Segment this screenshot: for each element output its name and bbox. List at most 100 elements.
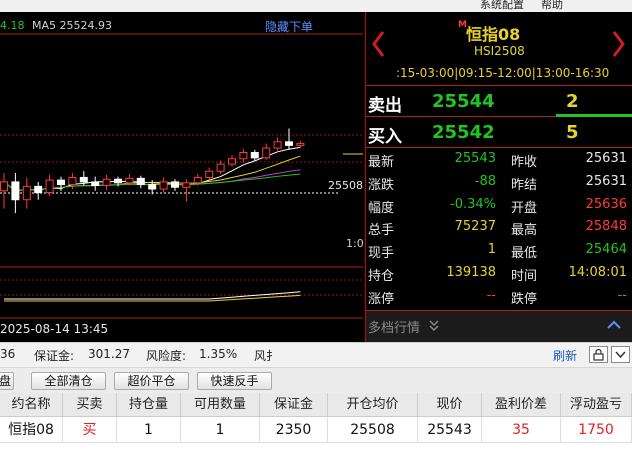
chart-datetime: 2025-08-14 13:45 bbox=[0, 322, 109, 336]
stat-label: 最低 bbox=[511, 246, 538, 262]
close-all-button[interactable]: 全部清仓 bbox=[31, 372, 106, 390]
prev-contract-button[interactable] bbox=[371, 30, 385, 58]
chevron-up-icon bbox=[607, 320, 621, 329]
ratio-label: 1:0 bbox=[346, 237, 364, 250]
table-cell[interactable]: 1 bbox=[117, 417, 181, 443]
stat-value: 75237 bbox=[454, 219, 496, 235]
order-toolbar: 盘 全部清仓 超价平仓 快速反手 bbox=[0, 367, 632, 393]
candle-down bbox=[285, 141, 293, 146]
chevron-right-icon bbox=[612, 31, 625, 57]
lock-button[interactable] bbox=[589, 346, 608, 363]
positions-table: 约名称 买卖 持仓量 可用数量 保证金 开仓均价 现价 盈利价差 浮动盈亏 恒指08 买 1 1 2350… bbox=[0, 393, 632, 453]
stat-label: 最高 bbox=[511, 223, 538, 239]
candle-up bbox=[205, 170, 214, 178]
column-header[interactable]: 盈利价差 bbox=[482, 393, 561, 417]
margin-value: 301.27 bbox=[88, 347, 130, 361]
stat-value: -88 bbox=[474, 173, 496, 189]
candle-up bbox=[159, 181, 168, 190]
depth-label: 多档行情 bbox=[368, 321, 421, 336]
column-header[interactable]: 买卖 bbox=[63, 393, 117, 417]
contract-code: HSI2508 bbox=[474, 44, 525, 58]
column-header[interactable]: 约名称 bbox=[0, 393, 63, 417]
collapse-button[interactable] bbox=[611, 346, 630, 363]
candle-up bbox=[45, 179, 54, 194]
table-cell[interactable]: 35 bbox=[482, 417, 561, 443]
table-cell[interactable]: 2350 bbox=[260, 417, 328, 443]
column-header[interactable]: 现价 bbox=[418, 393, 482, 417]
candle-down bbox=[171, 181, 179, 188]
candle-up bbox=[296, 143, 305, 146]
stat-label: 昨收 bbox=[511, 155, 538, 170]
stat-label: 总手 bbox=[368, 223, 395, 239]
stat-label: 现手 bbox=[368, 246, 395, 262]
table-cell[interactable]: 25543 bbox=[418, 417, 482, 443]
table-cell[interactable]: 1 bbox=[181, 417, 260, 443]
stat-value: 25848 bbox=[585, 219, 627, 235]
price-line-label: 25508 bbox=[328, 179, 363, 192]
column-header[interactable]: 可用数量 bbox=[181, 393, 260, 417]
candle-down bbox=[91, 181, 100, 186]
chevron-left-icon bbox=[372, 31, 385, 57]
candle-up bbox=[68, 176, 77, 186]
menu-bar: 系统配置 帮助 bbox=[0, 0, 632, 12]
quote-panel: M 恒指08 HSI2508 :15-03:00|09:15-12:00|13:… bbox=[365, 12, 632, 342]
column-header[interactable]: 保证金 bbox=[260, 393, 328, 417]
kline-chart-panel[interactable]: 4.18 MA5 25524.93 隐藏下单 25508 1:0 2025-08… bbox=[0, 12, 365, 342]
account-prefix: 36 bbox=[0, 347, 16, 361]
left-stub-button[interactable]: 盘 bbox=[0, 372, 14, 390]
stat-label: 开盘 bbox=[511, 200, 538, 216]
refresh-link[interactable]: 刷新 bbox=[553, 347, 577, 364]
risk-value: 1.35% bbox=[199, 347, 238, 361]
column-header[interactable]: 开仓均价 bbox=[328, 393, 418, 417]
candle-down bbox=[57, 179, 65, 186]
contract-name: 恒指08 bbox=[466, 25, 521, 44]
sell-volume-bar bbox=[556, 114, 632, 117]
table-cell[interactable]: 25508 bbox=[328, 417, 418, 443]
candle-down bbox=[148, 184, 157, 190]
stat-value: -0.34% bbox=[450, 196, 496, 212]
account-status-bar: 36 保证金: 301.27 风险度: 1.35% 风扌 刷新 bbox=[0, 342, 632, 367]
table-cell[interactable]: 1750 bbox=[561, 417, 632, 443]
candle-down bbox=[136, 177, 145, 186]
buy-label: 买入 bbox=[368, 127, 402, 147]
menu-item-help[interactable]: 帮助 bbox=[541, 0, 563, 12]
lock-icon bbox=[593, 348, 604, 361]
buy-price[interactable]: 25542 bbox=[432, 122, 495, 143]
double-chevron-down-icon bbox=[429, 320, 439, 332]
stat-value: 25631 bbox=[585, 151, 627, 166]
candle-down bbox=[250, 152, 259, 159]
stat-label: 时间 bbox=[511, 269, 538, 284]
column-header[interactable]: 持仓量 bbox=[117, 393, 181, 417]
candle-up bbox=[228, 158, 236, 165]
buy-quantity: 5 bbox=[566, 122, 579, 143]
next-contract-button[interactable] bbox=[612, 30, 626, 58]
candle-up bbox=[273, 141, 282, 149]
candle-up bbox=[0, 181, 8, 192]
column-header[interactable]: 浮动盈亏 bbox=[561, 393, 632, 417]
indicator-line-2 bbox=[4, 294, 301, 302]
stat-label: 幅度 bbox=[368, 200, 395, 216]
sell-quantity: 2 bbox=[566, 91, 579, 112]
stat-value: -- bbox=[486, 287, 496, 303]
stat-label: 昨结 bbox=[511, 177, 538, 193]
candle-up bbox=[193, 176, 202, 184]
menu-item-system-config[interactable]: 系统配置 bbox=[480, 0, 524, 12]
candle-up bbox=[102, 178, 111, 186]
indicator-lines bbox=[4, 291, 301, 302]
table-cell[interactable]: 恒指08 bbox=[0, 417, 63, 443]
candle-up bbox=[262, 147, 271, 159]
kline-canvas bbox=[0, 33, 363, 319]
stat-value: -- bbox=[617, 287, 627, 303]
sell-price[interactable]: 25544 bbox=[432, 91, 495, 112]
stat-value: 139138 bbox=[446, 265, 496, 280]
stat-value: 1 bbox=[487, 242, 496, 258]
overprice-close-button[interactable]: 超价平仓 bbox=[114, 372, 189, 390]
depth-bar[interactable]: 多档行情 bbox=[366, 311, 632, 342]
stat-value: 25631 bbox=[585, 173, 627, 189]
candle-down bbox=[114, 178, 122, 184]
candle-down bbox=[34, 185, 43, 194]
stat-label: 涨跌 bbox=[368, 177, 395, 193]
quick-reverse-button[interactable]: 快速反手 bbox=[197, 372, 272, 390]
candle-up bbox=[125, 177, 134, 184]
table-cell[interactable]: 买 bbox=[63, 417, 117, 443]
